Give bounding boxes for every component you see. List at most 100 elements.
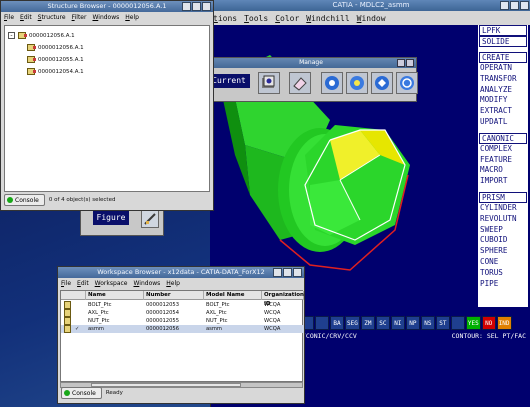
maximize-icon[interactable] — [283, 268, 292, 277]
cell-name: BOLT_Ptc — [88, 302, 112, 308]
command-solide[interactable]: SOLIDE — [479, 36, 527, 47]
command-canonic[interactable]: CANONIC — [479, 132, 527, 144]
collapse-icon[interactable]: - — [8, 32, 15, 39]
current-button[interactable]: Current — [208, 74, 250, 88]
windchill-sync-icon[interactable] — [396, 72, 418, 94]
no-button[interactable]: NO — [481, 316, 496, 330]
bottom-button-ns[interactable]: NS — [420, 316, 435, 330]
close-icon[interactable] — [202, 2, 211, 11]
console-button[interactable]: Console — [4, 194, 45, 206]
menu-tools[interactable]: Tools — [244, 14, 268, 23]
table-row[interactable]: NUT_Ptc 0000012055 NUT_Ptc WCQA — [61, 317, 304, 325]
column-header-name[interactable]: Name — [86, 291, 144, 300]
column-header-icons[interactable] — [61, 291, 86, 300]
structure-browser-status-bar: Console 0 of 4 object(s) selected — [4, 193, 115, 207]
yes-button[interactable]: YES — [465, 316, 481, 330]
minimize-icon[interactable] — [500, 1, 509, 10]
menu-workspace[interactable]: Workspace — [95, 280, 128, 287]
structure-browser-title-bar: Structure Browser - 0000012056.A.1 — [1, 1, 213, 12]
command-analyze[interactable]: ANALYZE — [478, 85, 528, 96]
minimize-icon[interactable] — [273, 268, 282, 277]
command-cylinder[interactable]: CYLINDER — [478, 203, 528, 214]
tree-root[interactable]: - 0000012056.A.1 — [8, 31, 75, 40]
windchill-update-icon[interactable] — [371, 72, 393, 94]
maximize-icon[interactable] — [510, 1, 519, 10]
command-lpfk[interactable]: LPFK — [479, 25, 527, 36]
bottom-button-ni[interactable]: NI — [390, 316, 405, 330]
minimize-icon[interactable] — [397, 59, 405, 67]
command-operatn[interactable]: OPERATN — [478, 63, 528, 74]
command-complex[interactable]: COMPLEX — [478, 144, 528, 155]
command-prism[interactable]: PRISM — [479, 191, 527, 203]
menu-windows[interactable]: Windows — [92, 14, 119, 21]
menu-options[interactable]: tions — [213, 14, 237, 23]
maximize-icon[interactable] — [192, 2, 201, 11]
table-row[interactable]: ✓ asmm 0000012056 asmm WCQA — [61, 325, 304, 333]
command-transfor[interactable]: TRANSFOR — [478, 74, 528, 85]
column-header-organization-id[interactable]: Organization ID — [262, 291, 304, 307]
close-icon[interactable] — [520, 1, 529, 10]
menu-structure[interactable]: Structure — [38, 14, 66, 21]
console-button[interactable]: Console — [61, 387, 102, 399]
close-icon[interactable] — [293, 268, 302, 277]
menu-windchill[interactable]: Windchill — [306, 14, 349, 23]
windchill-checkout-icon[interactable] — [346, 72, 368, 94]
column-header-number[interactable]: Number — [144, 291, 204, 300]
command-sweep[interactable]: SWEEP — [478, 225, 528, 236]
command-torus[interactable]: TORUS — [478, 268, 528, 279]
structure-browser-controls — [182, 2, 211, 11]
command-pipe[interactable]: PIPE — [478, 279, 528, 290]
model-check-icon[interactable] — [258, 72, 280, 94]
menu-help[interactable]: Help — [166, 280, 180, 287]
ind-button[interactable]: IND — [496, 316, 512, 330]
eraser-icon[interactable] — [289, 72, 311, 94]
checkmark-icon[interactable]: ✓ — [73, 325, 79, 333]
command-extract[interactable]: EXTRACT — [478, 106, 528, 117]
menu-edit[interactable]: Edit — [20, 14, 32, 21]
menu-file[interactable]: File — [61, 280, 71, 287]
command-group-canonic: CANONIC COMPLEX FEATURE MACRO IMPORT — [478, 132, 528, 187]
structure-tree[interactable]: - 0000012056.A.1 0000012056.A.1 00000120… — [4, 25, 210, 192]
menu-edit[interactable]: Edit — [77, 280, 89, 287]
command-cone[interactable]: CONE — [478, 257, 528, 268]
column-header-model-name[interactable]: Model Name — [204, 291, 262, 300]
bottom-button-np[interactable]: NP — [405, 316, 420, 330]
tree-item[interactable]: 0000012054.A.1 — [27, 67, 84, 76]
command-revolutn[interactable]: REVOLUTN — [478, 214, 528, 225]
catia-title-bar: CATIA - MDLC2_asmm — [211, 0, 530, 11]
minimize-icon[interactable] — [182, 2, 191, 11]
command-sphere[interactable]: SPHERE — [478, 246, 528, 257]
menu-color[interactable]: Color — [275, 14, 299, 23]
command-modify[interactable]: MODIFY — [478, 95, 528, 106]
command-cuboid[interactable]: CUBOID — [478, 235, 528, 246]
command-feature[interactable]: FEATURE — [478, 155, 528, 166]
command-create[interactable]: CREATE — [479, 52, 527, 63]
tree-item[interactable]: 0000012055.A.1 — [27, 55, 84, 64]
menu-windows[interactable]: Windows — [133, 280, 160, 287]
bottom-button-seg[interactable]: SEG — [345, 316, 360, 330]
menu-filter[interactable]: Filter — [72, 14, 87, 21]
menu-file[interactable]: File — [4, 14, 14, 21]
bottom-button-ba[interactable]: BA — [330, 316, 344, 330]
bottom-button-sc[interactable]: SC — [375, 316, 390, 330]
cell-organization-id: WCQA — [264, 318, 281, 324]
close-icon[interactable] — [406, 59, 414, 67]
manage-title: Manage — [299, 59, 323, 66]
command-group-mode: LPFK SOLIDE — [478, 25, 528, 47]
pencil-icon[interactable] — [141, 210, 159, 228]
table-row[interactable]: BOLT_Ptc 0000012053 BOLT_Ptc WCQA — [61, 301, 304, 309]
menu-window[interactable]: Window — [357, 14, 386, 23]
windchill-check-in-icon[interactable] — [321, 72, 343, 94]
table-row[interactable]: AXL_Ptc 0000012054 AXL_Ptc WCQA — [61, 309, 304, 317]
bottom-button-st[interactable]: ST — [435, 316, 450, 330]
figure-button[interactable]: Figure — [93, 211, 129, 225]
menu-help[interactable]: Help — [125, 14, 139, 21]
trash-icon[interactable] — [450, 316, 465, 330]
bottom-icon-2[interactable] — [315, 316, 329, 330]
command-import[interactable]: IMPORT — [478, 176, 528, 187]
command-updatl[interactable]: UPDATL — [478, 117, 528, 128]
command-macro[interactable]: MACRO — [478, 165, 528, 176]
tree-item[interactable]: 0000012056.A.1 — [27, 43, 84, 52]
bottom-button-zm[interactable]: ZM — [360, 316, 375, 330]
cell-number: 0000012056 — [146, 326, 180, 332]
